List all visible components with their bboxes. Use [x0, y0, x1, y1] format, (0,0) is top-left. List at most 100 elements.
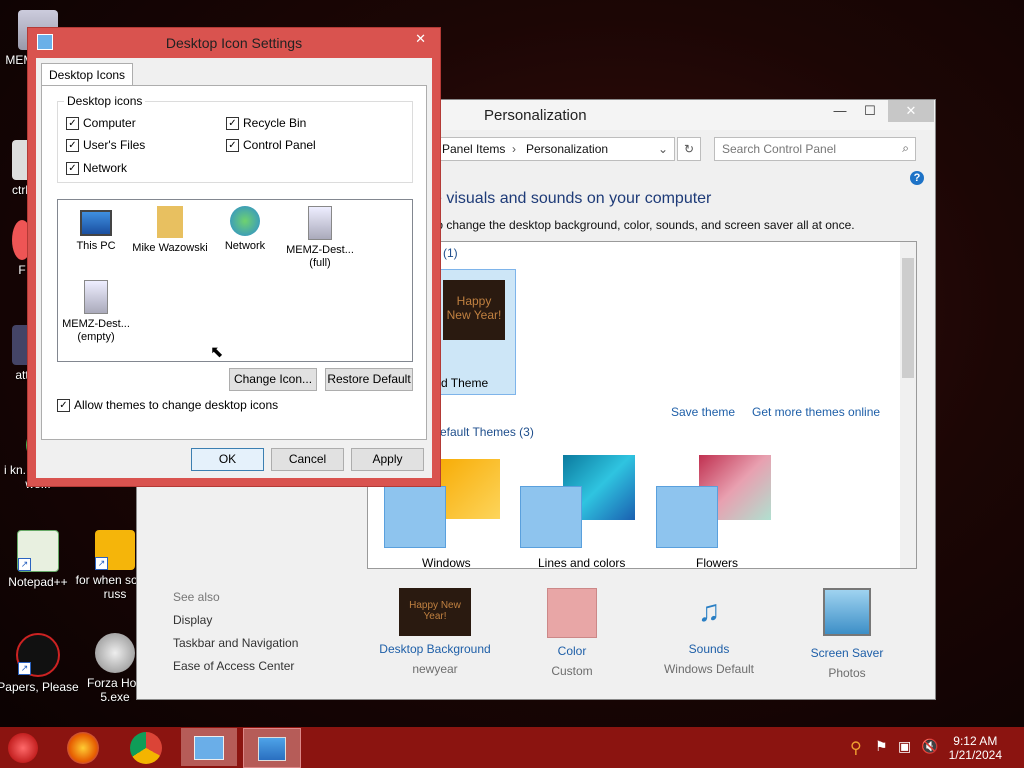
see-also-taskbar[interactable]: Taskbar and Navigation	[173, 636, 298, 650]
volume-muted-icon[interactable]: 🔇	[921, 738, 938, 755]
checkmark-icon: ✓	[226, 116, 239, 130]
refresh-button[interactable]: ↻	[677, 137, 701, 161]
get-more-themes-link[interactable]: Get more themes online	[752, 405, 880, 419]
color-label: Color	[557, 644, 587, 658]
network-icon	[230, 206, 260, 236]
chrome-icon[interactable]	[130, 732, 162, 764]
list-item-this-pc[interactable]: This PC	[58, 206, 134, 253]
sounds-item[interactable]: ♫ Sounds Windows Default	[649, 588, 769, 676]
tab-desktop-icons[interactable]: Desktop Icons	[41, 63, 134, 86]
checkmark-icon: ✓	[66, 138, 79, 152]
theme-label: d Theme	[441, 376, 489, 390]
list-item-recycle-empty[interactable]: MEMZ-Dest... (empty)	[58, 280, 134, 344]
checkbox-label: Recycle Bin	[243, 116, 307, 130]
ok-button[interactable]: OK	[191, 448, 264, 471]
checkbox-label: User's Files	[83, 138, 146, 152]
dialog-title: Desktop Icon Settings	[165, 35, 303, 51]
clock[interactable]: 9:12 AM 1/21/2024	[949, 734, 1002, 762]
search-icon: ⌕	[902, 141, 909, 155]
color-sub: Custom	[551, 664, 593, 678]
group-label: Desktop icons	[64, 94, 146, 108]
window-title: Personalization	[484, 107, 587, 124]
close-icon[interactable]: ✕	[415, 31, 426, 47]
page-subheading: to change the desktop background, color,…	[433, 218, 855, 232]
icon-label: Mike Wazowski	[132, 242, 208, 254]
recycle-bin-checkbox[interactable]: ✓ Recycle Bin	[226, 116, 306, 130]
color-swatch-icon	[656, 486, 718, 548]
breadcrumb-control-panel-items[interactable]: l Panel Items	[436, 142, 505, 156]
maximize-button[interactable]: ☐	[855, 100, 885, 122]
help-icon[interactable]: ?	[910, 171, 924, 185]
flash-icon	[95, 633, 135, 673]
see-also: See also Display Taskbar and Navigation …	[173, 590, 298, 682]
checkbox-label: Control Panel	[243, 138, 316, 152]
list-item-recycle-full[interactable]: MEMZ-Dest... (full)	[282, 206, 358, 270]
address-bar[interactable]: l Panel Items › Personalization ⌄	[433, 137, 675, 161]
flag-icon[interactable]: ⚑	[875, 738, 888, 755]
search-icon[interactable]: ⚲	[850, 738, 862, 758]
user-folder-icon	[157, 206, 183, 238]
list-item-network[interactable]: Network	[207, 206, 283, 253]
desktop-icon-notepadpp[interactable]: ↗ Notepad++	[0, 530, 80, 589]
my-themes-count: (1)	[443, 246, 458, 260]
list-item-user-files[interactable]: Mike Wazowski	[132, 206, 208, 255]
scrollbar[interactable]	[900, 242, 916, 568]
search-input[interactable]: Search Control Panel ⌕	[714, 137, 916, 161]
close-button[interactable]: ✕	[888, 100, 934, 122]
breadcrumb-personalization[interactable]: Personalization	[526, 142, 608, 156]
checkmark-icon: ✓	[66, 161, 79, 175]
icon-list: This PC Mike Wazowski Network MEMZ-Dest.…	[57, 199, 413, 362]
monitor-icon	[258, 737, 286, 761]
desktop-icon-settings-taskbar-button[interactable]	[243, 728, 301, 768]
apply-button[interactable]: Apply	[351, 448, 424, 471]
scrollbar-thumb[interactable]	[902, 258, 914, 378]
desktop-background-sub: newyear	[412, 662, 458, 676]
see-also-ease-of-access[interactable]: Ease of Access Center	[173, 659, 298, 673]
checkbox-label: Network	[83, 161, 128, 175]
control-panel-checkbox[interactable]: ✓ Control Panel	[226, 138, 316, 152]
start-icon[interactable]	[8, 733, 38, 763]
screen-saver-label: Screen Saver	[810, 646, 884, 660]
screen-saver-item[interactable]: Screen Saver Photos	[787, 588, 907, 680]
screen-saver-sub: Photos	[828, 666, 866, 680]
chevron-down-icon[interactable]: ⌄	[658, 142, 668, 156]
desktop-icons-group: Desktop icons ✓ Computer ✓ Recycle Bin ✓ Us…	[57, 94, 413, 183]
sounds-sub: Windows Default	[663, 662, 755, 676]
control-panel-taskbar-button[interactable]	[181, 728, 237, 766]
time: 9:12 AM	[953, 734, 998, 748]
icon-label: Network	[224, 240, 266, 252]
page-heading: e visuals and sounds on your computer	[433, 190, 712, 207]
color-item[interactable]: Color Custom	[512, 588, 632, 678]
search-placeholder: Search Control Panel	[722, 142, 837, 156]
dialog-body: Desktop Icons Desktop icons ✓ Computer ✓ R…	[36, 58, 432, 478]
default-themes-group: efault Themes (3)	[440, 425, 534, 439]
network-icon[interactable]: ▣	[898, 738, 911, 755]
theme-flowers[interactable]: Flowers	[654, 455, 776, 568]
theme-thumbnail: Happy New Year!	[443, 280, 505, 340]
allow-themes-checkbox[interactable]: ✓ Allow themes to change desktop icons	[57, 398, 278, 412]
network-checkbox[interactable]: ✓ Network	[66, 161, 127, 175]
theme-lines-and-colors[interactable]: Lines and colors	[518, 455, 640, 568]
chevron-right-icon: ›	[512, 142, 516, 156]
see-also-display[interactable]: Display	[173, 613, 298, 627]
save-theme-link[interactable]: Save theme	[671, 405, 735, 419]
change-icon-button[interactable]: Change Icon...	[229, 368, 317, 391]
color-swatch-icon	[384, 486, 446, 548]
desktop-background-item[interactable]: Happy New Year! Desktop Background newye…	[375, 588, 495, 676]
theme-name: Lines and colors	[538, 556, 626, 569]
firefox-icon[interactable]	[67, 732, 99, 764]
control-panel-icon	[194, 736, 224, 760]
users-files-checkbox[interactable]: ✓ User's Files	[66, 138, 145, 152]
restore-default-button[interactable]: Restore Default	[325, 368, 413, 391]
desktop-icon-papers[interactable]: ↗ Papers, Please	[0, 633, 80, 694]
minimize-button[interactable]: —	[825, 100, 855, 122]
computer-checkbox[interactable]: ✓ Computer	[66, 116, 136, 130]
color-icon	[547, 588, 597, 638]
desktop-icon-label: Notepad++	[8, 575, 68, 589]
theme-unsaved[interactable]: Happy New Year! d Theme	[440, 269, 516, 395]
taskbar: ⚲ ⚑ ▣ 🔇 9:12 AM 1/21/2024	[0, 727, 1024, 768]
desktop-background-label: Desktop Background	[379, 642, 491, 656]
notepadpp-icon: ↗	[17, 530, 59, 572]
icon-label: MEMZ-Dest... (full)	[286, 244, 354, 269]
cancel-button[interactable]: Cancel	[271, 448, 344, 471]
